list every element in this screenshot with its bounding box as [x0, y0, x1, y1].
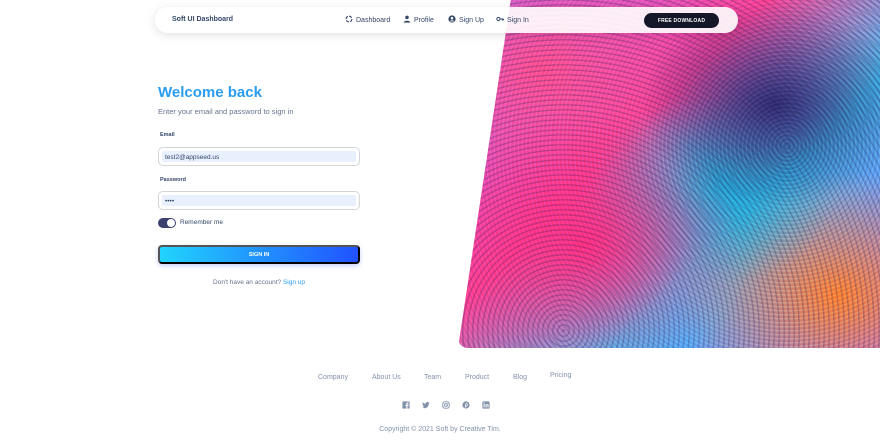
page-subtitle: Enter your email and password to sign in — [158, 107, 294, 116]
nav-profile[interactable]: Profile — [403, 15, 434, 25]
nav-dashboard[interactable]: Dashboard — [345, 15, 390, 25]
remember-me-label[interactable]: Remember me — [180, 219, 223, 226]
nav-signin[interactable]: Sign In — [496, 15, 529, 25]
footer-link-product[interactable]: Product — [465, 374, 489, 381]
copyright-text: Copyright © 2021 Soft by Creative Tim. — [379, 426, 501, 433]
user-icon — [403, 15, 411, 25]
linkedin-icon[interactable] — [482, 401, 490, 409]
footer-link-about-us[interactable]: About Us — [372, 374, 401, 381]
toggle-knob — [167, 219, 175, 227]
footer-link-team[interactable]: Team — [424, 374, 441, 381]
signup-link[interactable]: Sign up — [283, 279, 305, 286]
instagram-icon[interactable] — [442, 401, 450, 409]
password-input-value[interactable]: •••• — [162, 195, 356, 206]
twitter-icon[interactable] — [422, 401, 430, 409]
footer-link-company[interactable]: Company — [318, 374, 348, 381]
email-field[interactable]: test2@appseed.us — [158, 147, 360, 166]
dashboard-icon — [345, 15, 353, 25]
top-navbar: Soft UI Dashboard Dashboard Profile Sign… — [155, 7, 738, 33]
free-download-button[interactable]: FREE DOWNLOAD — [644, 13, 719, 28]
user-circle-icon — [448, 15, 456, 25]
password-label: Password — [160, 177, 186, 183]
footer-link-pricing[interactable]: Pricing — [550, 372, 571, 379]
nav-signup-label: Sign Up — [459, 16, 484, 24]
remember-me-toggle[interactable] — [158, 218, 176, 228]
facebook-icon[interactable] — [402, 401, 410, 409]
email-input-value[interactable]: test2@appseed.us — [162, 151, 356, 162]
signup-prompt-text: Don't have an account? — [213, 279, 282, 286]
nav-signin-label: Sign In — [507, 16, 529, 24]
signup-prompt: Don't have an account? Sign up — [158, 279, 360, 286]
pinterest-icon[interactable] — [462, 401, 470, 409]
brand-title[interactable]: Soft UI Dashboard — [172, 16, 233, 23]
password-field[interactable]: •••• — [158, 191, 360, 210]
email-label: Email — [160, 132, 175, 138]
page-title: Welcome back — [158, 84, 262, 101]
nav-signup[interactable]: Sign Up — [448, 15, 484, 25]
nav-dashboard-label: Dashboard — [356, 16, 391, 24]
footer-link-blog[interactable]: Blog — [513, 374, 527, 381]
key-icon — [496, 15, 504, 25]
nav-profile-label: Profile — [414, 16, 434, 24]
sign-in-button[interactable]: SIGN IN — [158, 245, 360, 264]
hero-background-image — [458, 0, 880, 348]
